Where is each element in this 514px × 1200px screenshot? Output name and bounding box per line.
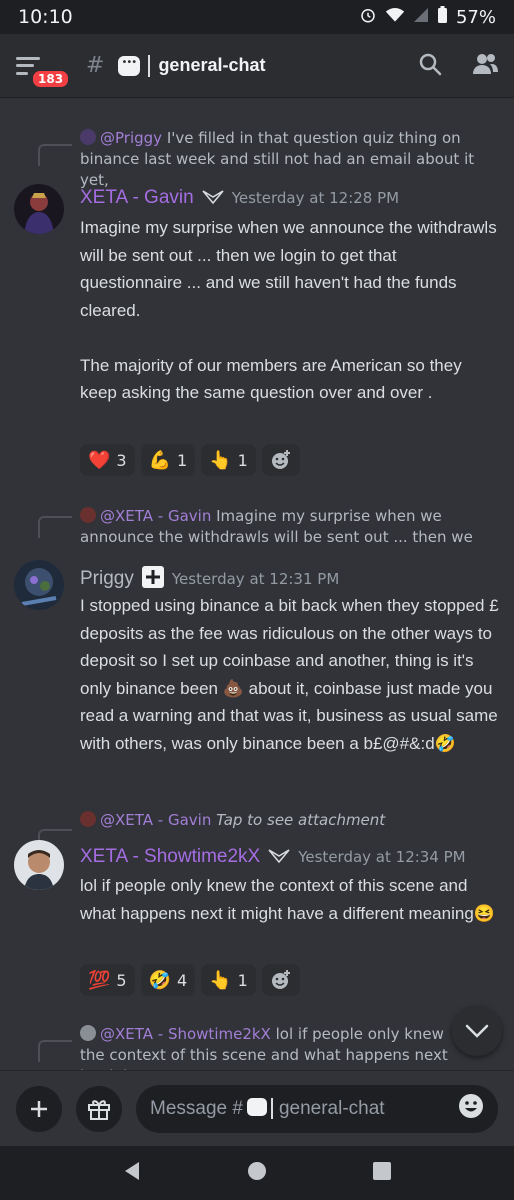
avatar (80, 811, 96, 827)
members-icon[interactable] (472, 52, 498, 80)
avatar[interactable] (14, 560, 64, 610)
placeholder-prefix: Message # (150, 1097, 243, 1119)
reply-preview[interactable]: @Priggy I've filled in that question qui… (80, 128, 500, 191)
role-badge-icon (268, 848, 290, 867)
status-icons: 57% (359, 5, 496, 29)
alarm-icon (359, 6, 377, 29)
add-reaction-button[interactable] (261, 964, 300, 996)
status-time: 10:10 (18, 6, 73, 28)
reaction-count: 5 (116, 970, 127, 990)
home-icon[interactable] (247, 1161, 267, 1185)
timestamp: Yesterday at 12:28 PM (231, 189, 400, 207)
reaction-count: 3 (116, 450, 127, 470)
threads-hash-icon: # (86, 53, 105, 78)
signal-icon (413, 7, 429, 28)
caret (270, 1097, 273, 1119)
author-name[interactable]: XETA - Showtime2kX (80, 846, 260, 868)
search-icon[interactable] (418, 52, 442, 80)
wifi-icon (385, 7, 405, 28)
reply-connector (38, 144, 72, 166)
reaction[interactable]: 💯 5 (80, 964, 135, 996)
add-reaction-icon (271, 970, 290, 989)
reaction[interactable]: 💪 1 (140, 444, 196, 476)
reaction-emoji: 👆 (209, 969, 232, 991)
message-header: Priggy Yesterday at 12:31 PM (80, 566, 339, 592)
message-header: XETA - Showtime2kX Yesterday at 12:34 PM (80, 846, 466, 868)
speech-bubble-icon (118, 55, 141, 76)
add-reaction-button[interactable] (261, 444, 300, 476)
avatar (80, 1025, 96, 1041)
channel-header: 183 # general-chat (0, 34, 514, 98)
divider (148, 54, 151, 77)
reaction-emoji: 👆 (209, 449, 232, 471)
recents-icon[interactable] (373, 1162, 391, 1184)
reaction-emoji: 💪 (148, 449, 172, 471)
reply-author: @XETA - Gavin (100, 507, 212, 525)
message-header: XETA - Gavin Yesterday at 12:28 PM (80, 187, 399, 209)
reply-author: @Priggy (100, 129, 163, 147)
avatar (80, 129, 96, 145)
reaction-emoji: 💯 (88, 969, 111, 991)
battery-level: 57% (455, 6, 496, 28)
chevron-down-icon (465, 1024, 489, 1038)
reply-preview[interactable]: @XETA - Gavin Imagine my surprise when w… (80, 506, 500, 548)
message-text: I stopped using binance a bit back when … (80, 596, 499, 753)
message-text: lol if people only knew the context of t… (80, 876, 495, 923)
placeholder-channel: general-chat (278, 1097, 385, 1119)
add-attachment-button[interactable] (16, 1085, 62, 1132)
message-composer: Message # general-chat (0, 1070, 514, 1146)
speech-bubble-icon (246, 1097, 267, 1116)
menu-button[interactable]: 183 (16, 46, 72, 90)
plus-badge-icon (141, 566, 164, 592)
add-reaction-icon (271, 450, 290, 469)
plus-icon (31, 1100, 47, 1117)
reply-connector (38, 1040, 72, 1062)
reaction-bar: 💯 5 🤣 4 👆 1 (80, 964, 300, 996)
reply-connector (38, 516, 72, 538)
reaction-count: 1 (237, 970, 248, 990)
reply-author: @XETA - Showtime2kX (100, 1025, 271, 1043)
reaction-emoji: ❤️ (88, 449, 111, 471)
gift-icon (88, 1099, 110, 1120)
system-nav-bar (0, 1146, 514, 1200)
back-icon[interactable] (123, 1161, 141, 1185)
gift-button[interactable] (76, 1085, 122, 1132)
reaction-emoji: 🤣 (148, 969, 172, 991)
timestamp: Yesterday at 12:31 PM (171, 570, 340, 588)
avatar (80, 507, 96, 523)
message-text: Imagine my surprise when we announce the… (80, 218, 497, 402)
channel-title[interactable]: general-chat (158, 55, 265, 76)
message-list[interactable]: @Priggy I've filled in that question qui… (0, 98, 514, 1070)
reaction[interactable]: ❤️ 3 (80, 444, 135, 476)
emoji-picker-icon[interactable] (458, 1093, 484, 1125)
author-name[interactable]: Priggy (80, 568, 134, 590)
reaction[interactable]: 👆 1 (201, 444, 256, 476)
reply-text: Tap to see attachment (216, 811, 386, 829)
timestamp: Yesterday at 12:34 PM (298, 848, 466, 866)
battery-icon (437, 5, 448, 29)
reaction-count: 1 (237, 450, 248, 470)
author-name[interactable]: XETA - Gavin (80, 187, 194, 209)
unread-badge: 183 (30, 67, 72, 90)
jump-to-present-button[interactable] (452, 1006, 502, 1056)
reaction-bar: ❤️ 3 💪 1 👆 1 (80, 444, 300, 476)
reply-preview[interactable]: @XETA - Showtime2kX lol if people only k… (80, 1024, 450, 1070)
reaction-count: 1 (177, 450, 188, 470)
input-placeholder: Message # general-chat (150, 1097, 385, 1120)
status-bar: 10:10 57% (0, 0, 514, 34)
avatar[interactable] (14, 184, 64, 234)
message-input[interactable]: Message # general-chat (136, 1084, 498, 1133)
reaction[interactable]: 👆 1 (201, 964, 256, 996)
avatar[interactable] (14, 840, 64, 890)
reply-author: @XETA - Gavin (100, 811, 212, 829)
reaction[interactable]: 🤣 4 (140, 964, 196, 996)
reaction-count: 4 (177, 970, 188, 990)
role-badge-icon (202, 189, 224, 208)
reply-preview[interactable]: @XETA - Gavin Tap to see attachment (80, 810, 500, 831)
